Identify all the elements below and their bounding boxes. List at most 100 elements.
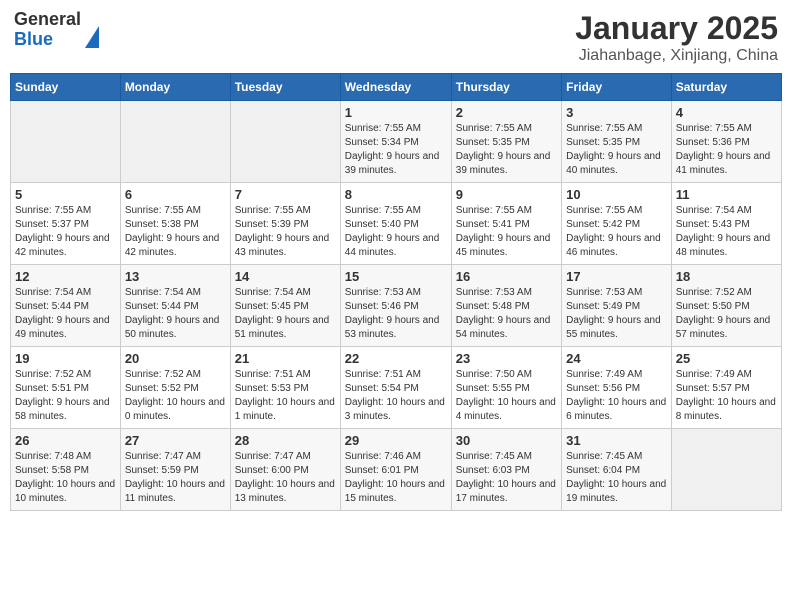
day-info: Sunrise: 7:55 AMSunset: 5:36 PMDaylight:… [676, 122, 777, 178]
day-number: 24 [566, 351, 667, 366]
logo-triangle-icon [85, 26, 99, 48]
day-info: Sunrise: 7:54 AMSunset: 5:44 PMDaylight:… [125, 286, 226, 342]
day-info: Sunrise: 7:55 AMSunset: 5:40 PMDaylight:… [345, 204, 447, 260]
day-cell: 1 Sunrise: 7:55 AMSunset: 5:34 PMDaylight… [340, 101, 451, 183]
logo-blue: Blue [14, 30, 81, 50]
day-cell: 25Sunrise: 7:49 AMSunset: 5:57 PMDayligh… [671, 347, 781, 429]
week-row-3: 12 Sunrise: 7:54 AMSunset: 5:44 PMDayligh… [11, 265, 782, 347]
day-info: Sunrise: 7:53 AMSunset: 5:49 PMDaylight:… [566, 286, 667, 342]
day-cell: 9 Sunrise: 7:55 AMSunset: 5:41 PMDaylight… [451, 183, 561, 265]
calendar-title: January 2025 [575, 10, 778, 47]
day-cell: 13 Sunrise: 7:54 AMSunset: 5:44 PMDayligh… [120, 265, 230, 347]
day-number: 31 [566, 433, 667, 448]
day-number: 28 [235, 433, 336, 448]
page-header: General Blue January 2025 Jiahanbage, Xi… [10, 10, 782, 65]
day-cell: 27Sunrise: 7:47 AMSunset: 5:59 PMDayligh… [120, 429, 230, 511]
day-cell: 3Sunrise: 7:55 AMSunset: 5:35 PMDaylight… [562, 101, 672, 183]
day-cell: 5Sunrise: 7:55 AMSunset: 5:37 PMDaylight… [11, 183, 121, 265]
day-info: Sunrise: 7:45 AMSunset: 6:04 PMDaylight:… [566, 450, 667, 506]
day-number: 6 [125, 187, 226, 202]
day-number: 20 [125, 351, 226, 366]
day-info: Sunrise: 7:55 AMSunset: 5:41 PMDaylight:… [456, 204, 557, 260]
week-row-1: 1 Sunrise: 7:55 AMSunset: 5:34 PMDaylight… [11, 101, 782, 183]
day-info: Sunrise: 7:53 AMSunset: 5:46 PMDaylight:… [345, 286, 447, 342]
day-cell: 11 Sunrise: 7:54 AMSunset: 5:43 PMDayligh… [671, 183, 781, 265]
day-number: 7 [235, 187, 336, 202]
day-number: 16 [456, 269, 557, 284]
day-cell: 29Sunrise: 7:46 AMSunset: 6:01 PMDayligh… [340, 429, 451, 511]
day-cell: 7 Sunrise: 7:55 AMSunset: 5:39 PMDaylight… [230, 183, 340, 265]
day-number: 25 [676, 351, 777, 366]
day-info: Sunrise: 7:55 AMSunset: 5:42 PMDaylight:… [566, 204, 667, 260]
day-cell: 4 Sunrise: 7:55 AMSunset: 5:36 PMDaylight… [671, 101, 781, 183]
day-cell: 16 Sunrise: 7:53 AMSunset: 5:48 PMDayligh… [451, 265, 561, 347]
day-number: 30 [456, 433, 557, 448]
day-info: Sunrise: 7:52 AMSunset: 5:50 PMDaylight:… [676, 286, 777, 342]
calendar-table: SundayMondayTuesdayWednesdayThursdayFrid… [10, 73, 782, 511]
day-cell [11, 101, 121, 183]
day-cell: 30Sunrise: 7:45 AMSunset: 6:03 PMDayligh… [451, 429, 561, 511]
day-number: 10 [566, 187, 667, 202]
day-number: 22 [345, 351, 447, 366]
day-info: Sunrise: 7:49 AMSunset: 5:56 PMDaylight:… [566, 368, 667, 424]
day-cell: 18 Sunrise: 7:52 AMSunset: 5:50 PMDayligh… [671, 265, 781, 347]
day-number: 1 [345, 105, 447, 120]
day-cell: 15 Sunrise: 7:53 AMSunset: 5:46 PMDayligh… [340, 265, 451, 347]
day-cell: 17Sunrise: 7:53 AMSunset: 5:49 PMDayligh… [562, 265, 672, 347]
day-cell: 22 Sunrise: 7:51 AMSunset: 5:54 PMDayligh… [340, 347, 451, 429]
day-number: 26 [15, 433, 116, 448]
day-number: 4 [676, 105, 777, 120]
day-info: Sunrise: 7:52 AMSunset: 5:51 PMDaylight:… [15, 368, 116, 424]
day-number: 8 [345, 187, 447, 202]
day-number: 9 [456, 187, 557, 202]
week-row-4: 19 Sunrise: 7:52 AMSunset: 5:51 PMDayligh… [11, 347, 782, 429]
day-number: 21 [235, 351, 336, 366]
day-cell: 14 Sunrise: 7:54 AMSunset: 5:45 PMDayligh… [230, 265, 340, 347]
weekday-header-tuesday: Tuesday [230, 74, 340, 101]
day-cell: 20 Sunrise: 7:52 AMSunset: 5:52 PMDayligh… [120, 347, 230, 429]
logo-general: General [14, 10, 81, 30]
day-cell: 23Sunrise: 7:50 AMSunset: 5:55 PMDayligh… [451, 347, 561, 429]
day-number: 11 [676, 187, 777, 202]
weekday-header-saturday: Saturday [671, 74, 781, 101]
day-number: 19 [15, 351, 116, 366]
day-number: 12 [15, 269, 116, 284]
day-cell: 12 Sunrise: 7:54 AMSunset: 5:44 PMDayligh… [11, 265, 121, 347]
day-info: Sunrise: 7:52 AMSunset: 5:52 PMDaylight:… [125, 368, 226, 424]
day-number: 2 [456, 105, 557, 120]
day-cell: 26Sunrise: 7:48 AMSunset: 5:58 PMDayligh… [11, 429, 121, 511]
day-cell: 28Sunrise: 7:47 AMSunset: 6:00 PMDayligh… [230, 429, 340, 511]
day-cell [230, 101, 340, 183]
day-cell: 8 Sunrise: 7:55 AMSunset: 5:40 PMDaylight… [340, 183, 451, 265]
weekday-header-friday: Friday [562, 74, 672, 101]
day-info: Sunrise: 7:51 AMSunset: 5:53 PMDaylight:… [235, 368, 336, 424]
day-cell: 31 Sunrise: 7:45 AMSunset: 6:04 PMDayligh… [562, 429, 672, 511]
calendar-body: 1 Sunrise: 7:55 AMSunset: 5:34 PMDaylight… [11, 101, 782, 511]
day-info: Sunrise: 7:54 AMSunset: 5:45 PMDaylight:… [235, 286, 336, 342]
day-info: Sunrise: 7:46 AMSunset: 6:01 PMDaylight:… [345, 450, 447, 506]
day-number: 13 [125, 269, 226, 284]
day-number: 15 [345, 269, 447, 284]
weekday-header-thursday: Thursday [451, 74, 561, 101]
day-info: Sunrise: 7:54 AMSunset: 5:43 PMDaylight:… [676, 204, 777, 260]
day-cell [120, 101, 230, 183]
weekday-header-monday: Monday [120, 74, 230, 101]
day-number: 18 [676, 269, 777, 284]
day-info: Sunrise: 7:51 AMSunset: 5:54 PMDaylight:… [345, 368, 447, 424]
weekday-header-row: SundayMondayTuesdayWednesdayThursdayFrid… [11, 74, 782, 101]
logo: General Blue [14, 10, 99, 50]
day-cell: 21 Sunrise: 7:51 AMSunset: 5:53 PMDayligh… [230, 347, 340, 429]
day-info: Sunrise: 7:55 AMSunset: 5:37 PMDaylight:… [15, 204, 116, 260]
day-number: 14 [235, 269, 336, 284]
day-info: Sunrise: 7:55 AMSunset: 5:39 PMDaylight:… [235, 204, 336, 260]
day-number: 3 [566, 105, 667, 120]
day-info: Sunrise: 7:53 AMSunset: 5:48 PMDaylight:… [456, 286, 557, 342]
day-info: Sunrise: 7:54 AMSunset: 5:44 PMDaylight:… [15, 286, 116, 342]
calendar-header: SundayMondayTuesdayWednesdayThursdayFrid… [11, 74, 782, 101]
day-cell [671, 429, 781, 511]
day-info: Sunrise: 7:55 AMSunset: 5:35 PMDaylight:… [456, 122, 557, 178]
calendar-location: Jiahanbage, Xinjiang, China [575, 47, 778, 65]
day-info: Sunrise: 7:55 AMSunset: 5:34 PMDaylight:… [345, 122, 447, 178]
week-row-5: 26Sunrise: 7:48 AMSunset: 5:58 PMDayligh… [11, 429, 782, 511]
weekday-header-wednesday: Wednesday [340, 74, 451, 101]
